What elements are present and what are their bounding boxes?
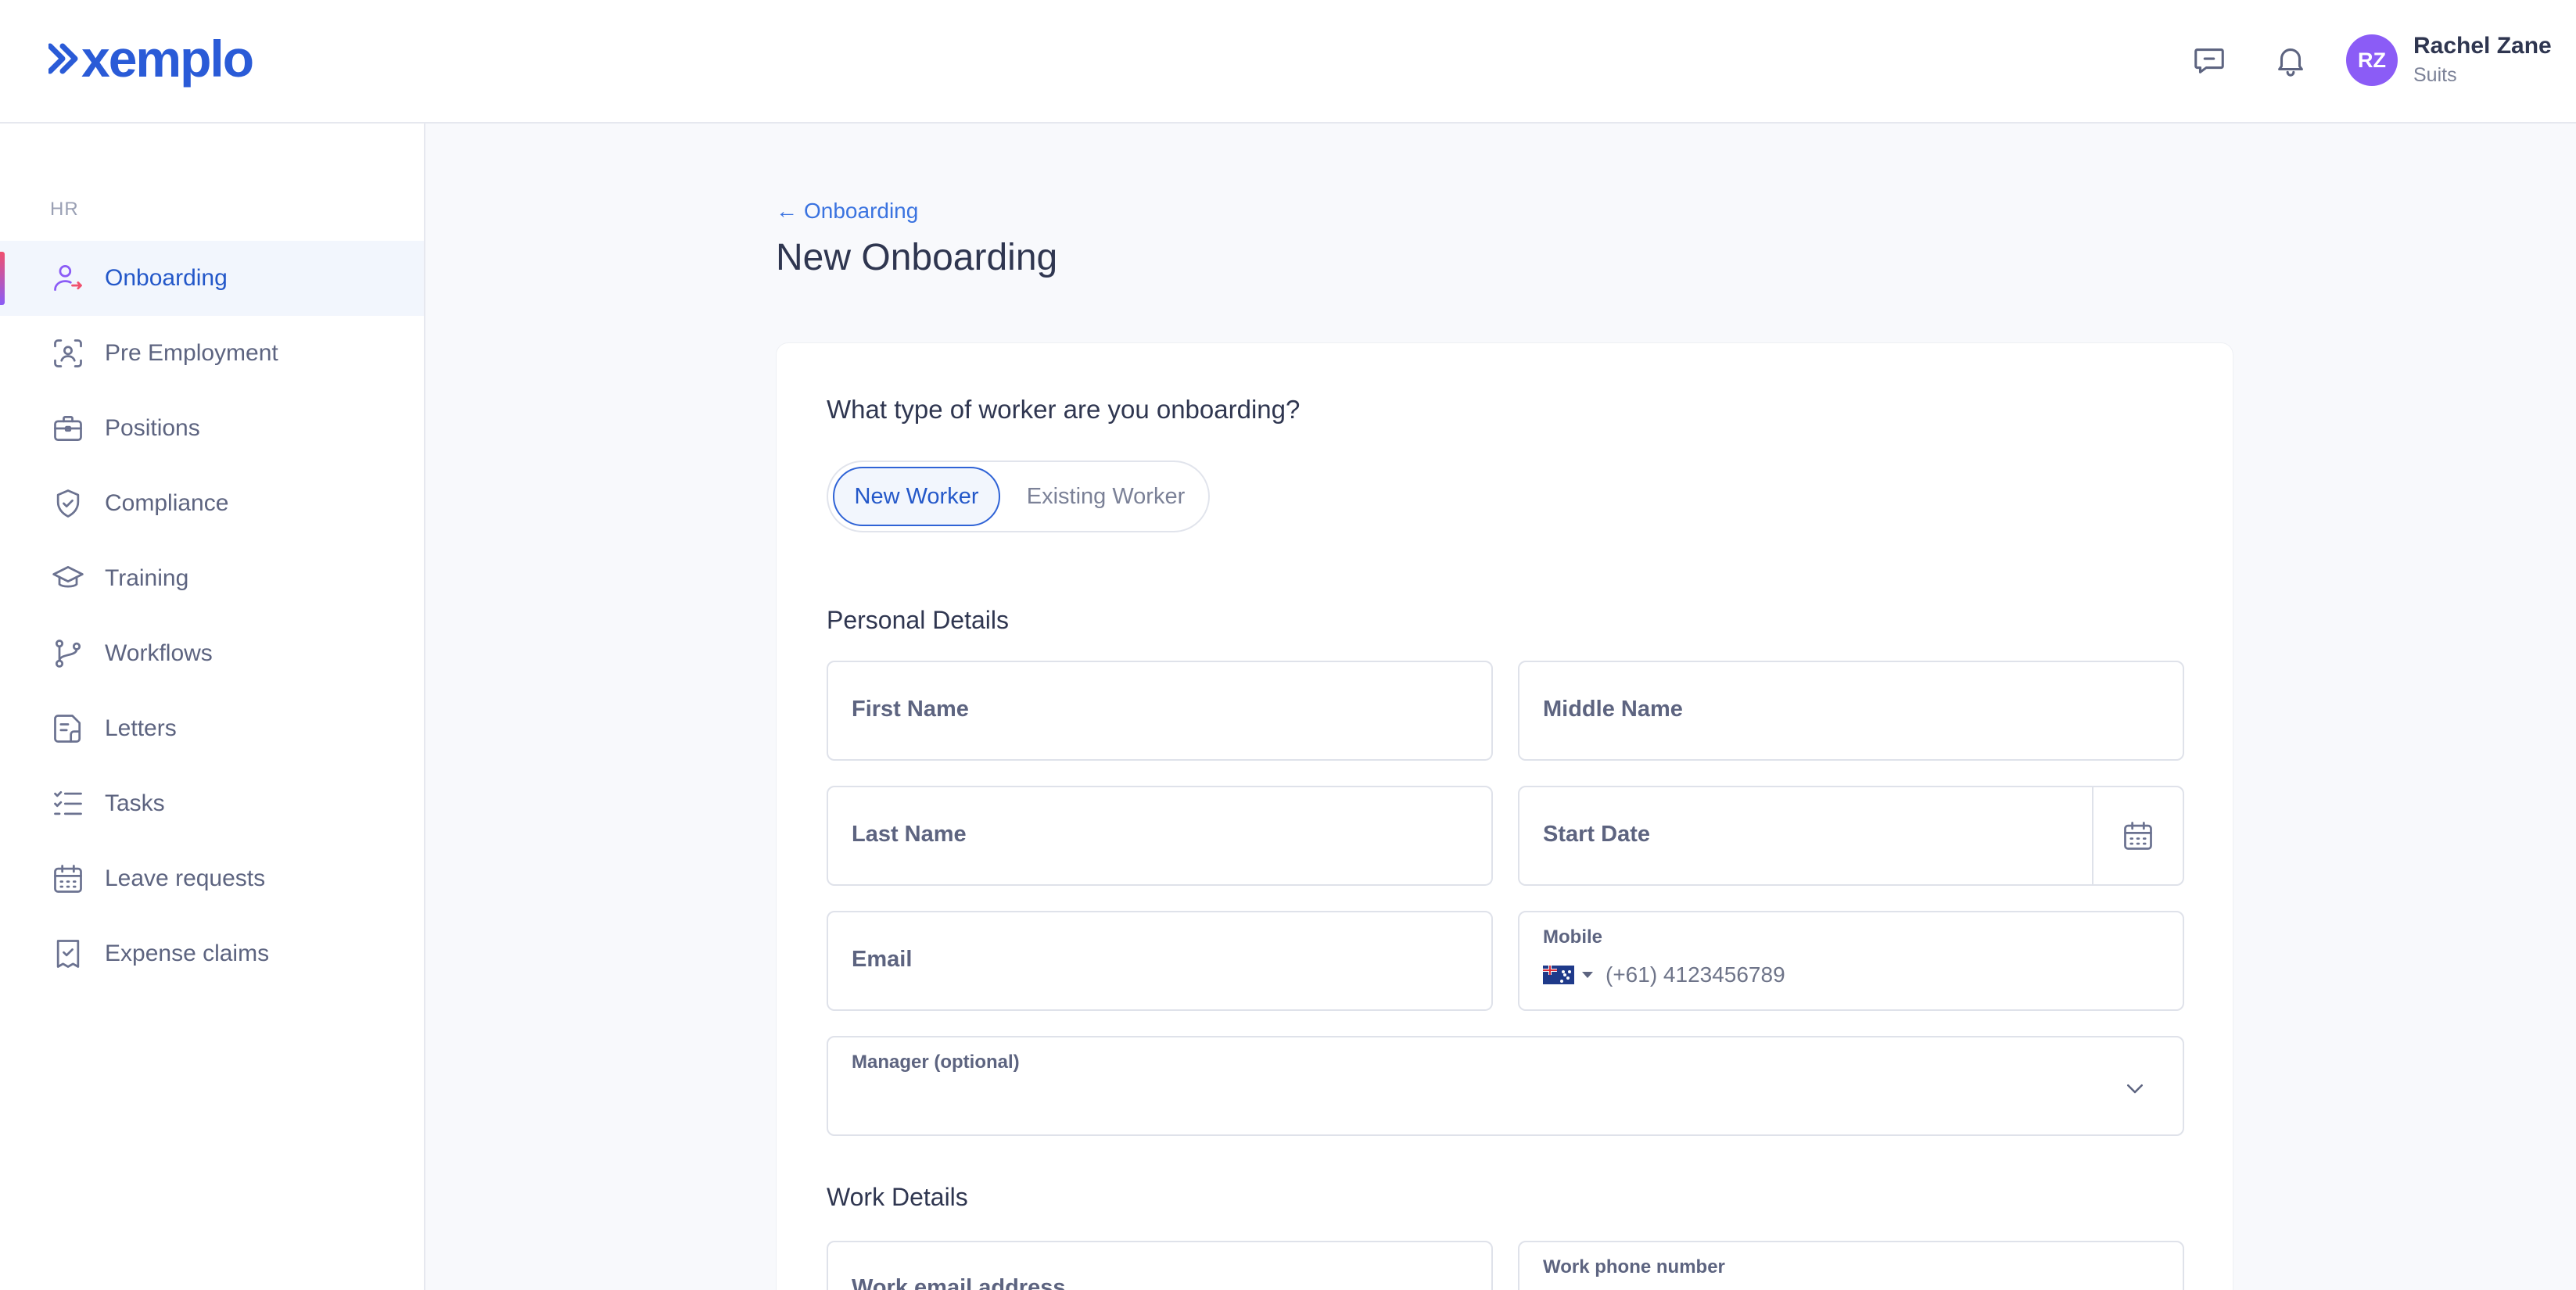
logo-text: xemplo [81,30,254,88]
back-link-onboarding[interactable]: ← Onboarding [776,199,918,224]
sidebar-item-label: Tasks [105,790,165,816]
last-name-field[interactable]: Last Name [827,786,1493,886]
top-header: xemplo RZ Rachel Zane Suits [0,0,2576,124]
mobile-field[interactable]: Mobile (+61) 4123456789 [1518,911,2184,1011]
avatar[interactable]: RZ [2346,34,2398,86]
sidebar: HR Onboarding Pre Employment Positions C… [0,124,425,1290]
email-placeholder: Email [852,947,913,972]
sidebar-item-label: Pre Employment [105,340,278,366]
start-date-placeholder: Start Date [1543,822,1650,847]
date-picker-button[interactable] [2092,787,2183,884]
git-branch-icon [50,636,86,672]
document-icon [50,711,86,747]
receipt-icon [50,936,86,972]
arrow-left-icon: ← [776,199,798,223]
checklist-icon [50,786,86,822]
sidebar-item-label: Expense claims [105,941,270,966]
first-name-field[interactable]: First Name [827,661,1493,761]
shield-check-icon [50,486,86,521]
calendar-icon [2124,822,2152,850]
sidebar-item-expense-claims[interactable]: Expense claims [0,916,424,991]
scan-user-icon [50,335,86,371]
au-flag-icon[interactable] [1543,966,1574,984]
personal-details-heading: Personal Details [827,606,1009,634]
sidebar-item-training[interactable]: Training [0,541,424,616]
sidebar-item-label: Leave requests [105,865,266,891]
worker-type-question: What type of worker are you onboarding? [827,395,1301,424]
sidebar-item-label: Letters [105,715,177,741]
sidebar-item-label: Positions [105,415,200,441]
existing-worker-option[interactable]: Existing Worker [1005,467,1207,526]
sidebar-item-positions[interactable]: Positions [0,391,424,466]
sidebar-item-label: Onboarding [105,265,228,291]
sidebar-item-tasks[interactable]: Tasks [0,766,424,841]
user-org: Suits [2413,64,2457,86]
sidebar-item-onboarding[interactable]: Onboarding [0,241,424,316]
graduation-cap-icon [50,561,86,597]
sidebar-section-label: HR [50,199,79,220]
work-phone-label: Work phone number [1543,1256,1725,1277]
sidebar-item-label: Training [105,565,189,591]
email-field[interactable]: Email [827,911,1493,1011]
sidebar-item-compliance[interactable]: Compliance [0,466,424,541]
sidebar-item-letters[interactable]: Letters [0,691,424,766]
manager-label: Manager (optional) [852,1052,1020,1073]
sidebar-item-pre-employment[interactable]: Pre Employment [0,316,424,391]
chevron-down-icon[interactable] [2123,1077,2147,1100]
work-details-heading: Work Details [827,1183,968,1211]
page-title: New Onboarding [776,237,1058,278]
onboarding-form-card: What type of worker are you onboarding? … [776,342,2233,1290]
middle-name-field[interactable]: Middle Name [1518,661,2184,761]
user-name: Rachel Zane [2413,33,2552,59]
mobile-input-placeholder[interactable]: (+61) 4123456789 [1606,962,1785,987]
work-phone-field[interactable]: Work phone number [1518,1241,2184,1290]
worker-type-toggle: New Worker Existing Worker [827,460,1210,532]
sidebar-item-workflows[interactable]: Workflows [0,616,424,691]
mobile-label: Mobile [1543,926,1602,948]
start-date-field[interactable]: Start Date [1518,786,2184,886]
sidebar-item-label: Workflows [105,640,213,666]
xemplo-logo[interactable]: xemplo [48,30,254,88]
first-name-placeholder: First Name [852,697,969,722]
sidebar-item-leave-requests[interactable]: Leave requests [0,841,424,916]
user-arrow-icon [50,260,86,296]
caret-down-icon[interactable] [1582,972,1593,978]
briefcase-icon [50,410,86,446]
new-worker-option[interactable]: New Worker [833,467,1000,526]
work-email-field[interactable]: Work email address [827,1241,1493,1290]
calendar-icon [50,861,86,897]
sidebar-item-label: Compliance [105,490,229,516]
back-link-label: Onboarding [804,199,919,223]
last-name-placeholder: Last Name [852,822,967,847]
bell-icon[interactable] [2271,41,2310,80]
chat-icon[interactable] [2190,41,2229,80]
logo-chevrons-icon [48,43,78,74]
middle-name-placeholder: Middle Name [1543,697,1683,722]
manager-select[interactable]: Manager (optional) [827,1036,2184,1136]
work-email-placeholder: Work email address [852,1275,1066,1290]
